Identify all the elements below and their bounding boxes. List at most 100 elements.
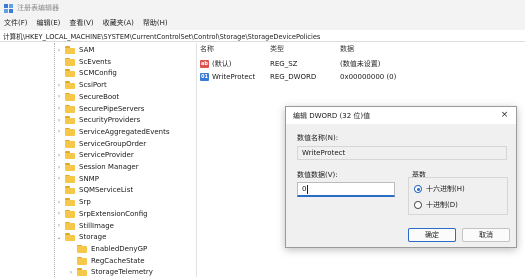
radio-selected-icon [414,185,422,193]
tree-item[interactable]: › Srp [56,196,91,208]
menu-favorites[interactable]: 收藏夹(A) [103,18,134,28]
tree-item-label: SecurityProviders [79,116,141,125]
tree-item[interactable]: › StillImage [56,220,114,232]
tree-item[interactable]: › ServiceAggregatedEvents [56,126,170,138]
registry-editor-icon [4,3,13,13]
tree-item[interactable]: › SrpExtensionConfig [56,208,148,220]
radio-decimal[interactable]: 十进制(D) [414,200,458,210]
edit-dword-dialog: 编辑 DWORD (32 位)值 × 数值名称(N): WriteProtect… [285,106,517,248]
menu-view[interactable]: 查看(V) [69,18,93,28]
tree-item-label: SrpExtensionConfig [79,209,148,218]
tree-item[interactable]: SQMServiceList [56,184,133,196]
folder-icon [65,92,75,101]
string-value-icon: ab [200,59,209,68]
expand-chevron-icon[interactable]: › [56,92,62,102]
tree-item[interactable]: › SecurePipeServers [56,103,144,115]
dialog-title: 编辑 DWORD (32 位)值 [286,107,516,124]
tree-item[interactable]: ScEvents [56,56,111,68]
value-name: (默认) [212,59,232,68]
tree-item-label: RegCacheState [91,256,145,265]
cancel-button[interactable]: 取消 [462,228,510,242]
folder-icon [65,69,75,78]
title-bar: 注册表编辑器 [0,0,525,16]
radio-unselected-icon [414,201,422,209]
tree-item-label: ScEvents [79,57,111,66]
expand-chevron-icon[interactable]: › [56,197,62,207]
tree-item-label: Srp [79,198,91,207]
dword-value-icon: 01 [200,72,209,81]
menu-file[interactable]: 文件(F) [4,18,28,28]
tree-item[interactable]: EnabledDenyGP [68,243,147,255]
radio-decimal-label: 十进制(D) [426,201,458,209]
expand-chevron-icon[interactable]: › [56,150,62,160]
value-name: WriteProtect [212,72,256,81]
column-header-type[interactable]: 类型 [270,43,284,55]
folder-icon [65,127,75,136]
close-icon[interactable]: × [499,110,510,121]
tree-item-label: Storage [79,233,107,242]
tree-item[interactable]: › StorageTelemetry [68,266,153,277]
key-tree: › SAM ScEvents SCMConfig › ScsiPort › SecureBoo… [0,43,196,277]
folder-icon [65,116,75,125]
folder-icon [65,233,75,242]
expand-chevron-icon[interactable]: › [56,80,62,90]
tree-item[interactable]: RegCacheState [68,255,145,267]
tree-item[interactable]: SCMConfig [56,67,117,79]
value-type: REG_SZ [270,59,298,68]
expand-chevron-icon[interactable]: › [56,209,62,219]
address-bar[interactable]: 计算机\HKEY_LOCAL_MACHINE\SYSTEM\CurrentCon… [0,30,525,42]
folder-icon [65,174,75,183]
tree-item-label: SecureBoot [79,92,120,101]
folder-icon [65,198,75,207]
folder-icon [77,244,87,253]
expand-chevron-icon[interactable]: › [56,127,62,137]
tree-item[interactable]: › SecurityProviders [56,114,140,126]
tree-item[interactable]: › SNMP [56,173,99,185]
value-row[interactable]: 01 WriteProtect [200,71,255,82]
radio-hexadecimal[interactable]: 十六进制(H) [414,184,465,194]
column-header-name[interactable]: 名称 [200,43,214,55]
value-data-text: 0 [302,185,307,193]
expand-chevron-icon[interactable]: › [68,267,74,277]
expand-chevron-icon[interactable]: › [56,104,62,114]
value-row[interactable]: ab (默认) [200,58,231,69]
value-data-input[interactable]: 0 [297,182,395,197]
folder-icon [65,139,75,148]
tree-item-label: EnabledDenyGP [91,244,148,253]
column-header-data[interactable]: 数据 [340,43,354,55]
expand-chevron-icon[interactable]: › [56,174,62,184]
menu-edit[interactable]: 编辑(E) [37,18,61,28]
tree-item[interactable]: ⌄ Storage [56,231,106,243]
tree-item[interactable]: › Session Manager [56,161,139,173]
expand-chevron-icon[interactable]: ⌄ [56,232,62,242]
value-data: (数值未设置) [340,59,381,68]
tree-item[interactable]: › ScsiPort [56,79,107,91]
no-chevron [68,244,74,254]
folder-icon [65,186,75,195]
tree-item-label: StillImage [79,221,114,230]
tree-item[interactable]: › ServiceProvider [56,149,134,161]
value-data: 0x00000000 (0) [340,72,397,81]
value-name-field: WriteProtect [297,146,507,160]
folder-icon [77,256,87,265]
ok-button[interactable]: 确定 [408,228,456,242]
expand-chevron-icon[interactable]: › [56,45,62,55]
tree-item-label: ServiceGroupOrder [79,139,147,148]
tree-item[interactable]: › SecureBoot [56,91,119,103]
menu-help[interactable]: 帮助(H) [143,18,168,28]
folder-icon [65,163,75,171]
folder-icon [65,221,75,230]
folder-icon [65,151,75,160]
tree-item-label: StorageTelemetry [91,268,153,277]
tree-item[interactable]: › SAM [56,44,94,56]
tree-item-label: SQMServiceList [79,186,134,195]
folder-icon [77,268,87,277]
folder-icon [65,104,75,113]
no-chevron [56,57,62,67]
folder-icon [65,46,75,54]
expand-chevron-icon[interactable]: › [56,115,62,125]
expand-chevron-icon[interactable]: › [56,221,62,231]
tree-item-label: ServiceAggregatedEvents [79,127,170,136]
expand-chevron-icon[interactable]: › [56,162,62,172]
tree-item[interactable]: ServiceGroupOrder [56,138,146,150]
